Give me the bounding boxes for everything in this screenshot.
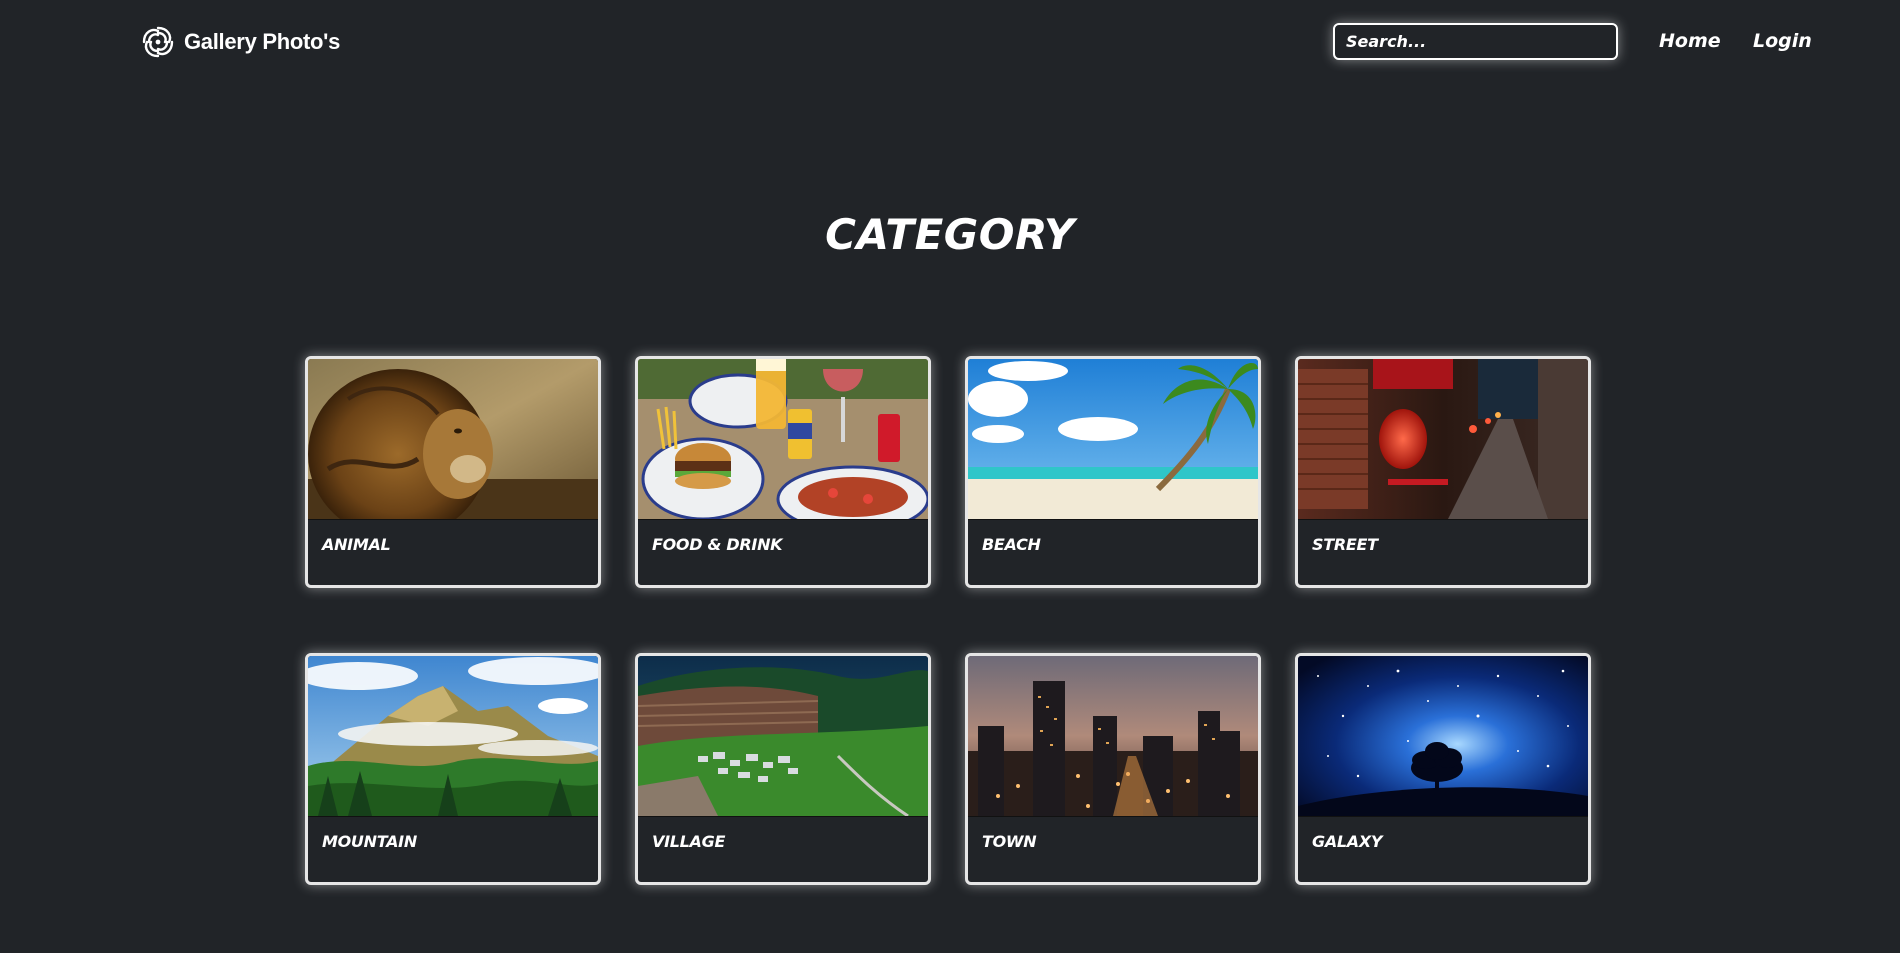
category-card-beach[interactable]: BEACH xyxy=(965,356,1261,588)
category-grid: ANIMAL FOOD & DRINK BEACH STREET MOUNTAI… xyxy=(305,356,1591,885)
category-card-village[interactable]: VILLAGE xyxy=(635,653,931,885)
swirl-logo-icon xyxy=(142,26,174,58)
starry-night-tree-photo xyxy=(1298,656,1588,817)
brand[interactable]: Gallery Photo's xyxy=(138,22,340,62)
site-header: Gallery Photo's Home Login xyxy=(0,0,1900,86)
category-label: FOOD & DRINK xyxy=(652,535,783,554)
page-title: CATEGORY xyxy=(825,210,1075,259)
category-card-animal[interactable]: ANIMAL xyxy=(305,356,601,588)
search-input[interactable] xyxy=(1333,23,1618,60)
category-card-street[interactable]: STREET xyxy=(1295,356,1591,588)
hillside-village-photo xyxy=(638,656,928,817)
city-skyline-photo xyxy=(968,656,1258,817)
category-card-town[interactable]: TOWN xyxy=(965,653,1261,885)
category-label: VILLAGE xyxy=(652,832,726,851)
category-card-food-drink[interactable]: FOOD & DRINK xyxy=(635,356,931,588)
category-label: MOUNTAIN xyxy=(322,832,417,851)
category-label: GALAXY xyxy=(1312,832,1383,851)
category-card-mountain[interactable]: MOUNTAIN xyxy=(305,653,601,885)
nav-login-link[interactable]: Login xyxy=(1753,30,1812,52)
brand-name: Gallery Photo's xyxy=(184,29,340,54)
lion-photo xyxy=(308,359,598,520)
cloudy-mountain-photo xyxy=(308,656,598,817)
category-card-galaxy[interactable]: GALAXY xyxy=(1295,653,1591,885)
burger-and-drinks-photo xyxy=(638,359,928,520)
category-label: BEACH xyxy=(982,535,1041,554)
category-label: ANIMAL xyxy=(322,535,391,554)
category-label: STREET xyxy=(1312,535,1378,554)
nav-home-link[interactable]: Home xyxy=(1659,30,1721,52)
category-label: TOWN xyxy=(982,832,1037,851)
lantern-alley-photo xyxy=(1298,359,1588,520)
palm-beach-photo xyxy=(968,359,1258,520)
